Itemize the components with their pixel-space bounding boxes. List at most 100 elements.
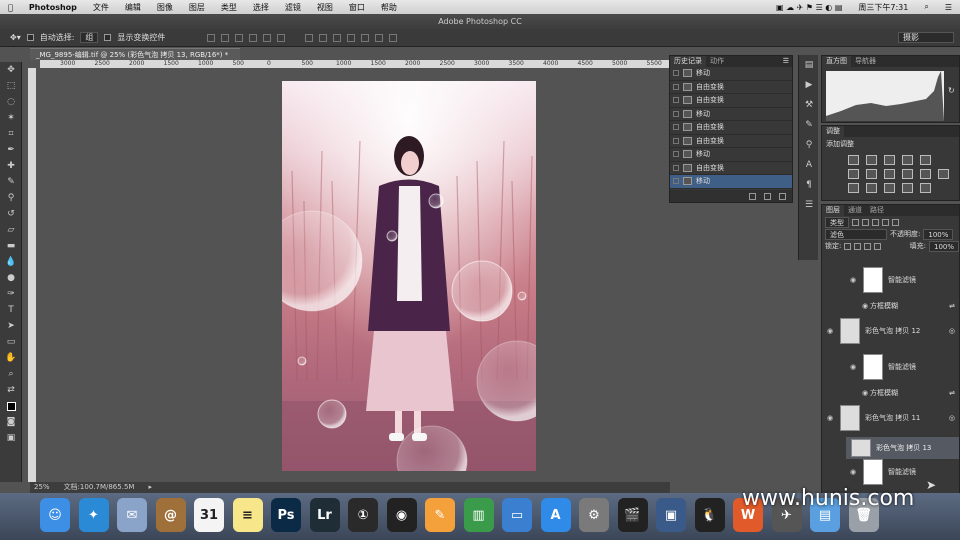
visibility-eye-icon[interactable]: ◉ <box>848 363 858 371</box>
eyedropper-tool-icon[interactable]: ✒ <box>0 142 22 158</box>
fill-input[interactable]: 100% <box>928 240 959 252</box>
aperture-dock-icon[interactable]: ◉ <box>386 498 417 532</box>
photo-filter-icon[interactable] <box>902 169 913 179</box>
channel-mixer-icon[interactable] <box>920 169 931 179</box>
shape-tool-icon[interactable]: ▭ <box>0 334 22 350</box>
crop-tool-icon[interactable]: ⌗ <box>0 126 22 142</box>
distribute-middle-icon[interactable] <box>319 33 328 42</box>
distribute-right-icon[interactable] <box>375 33 384 42</box>
lock-position-icon[interactable] <box>864 242 872 250</box>
lock-transparent-icon[interactable] <box>844 242 852 250</box>
invert-icon[interactable] <box>848 183 859 193</box>
lasso-tool-icon[interactable]: ◌ <box>0 94 22 110</box>
exposure-icon[interactable] <box>902 155 913 165</box>
keynote-dock-icon[interactable]: ▭ <box>502 498 532 532</box>
pen-tool-icon[interactable]: ✑ <box>0 286 22 302</box>
layer-row[interactable]: ◉ 彩色气泡 拷贝 12 ◎ <box>822 314 959 348</box>
app-store-dock-icon[interactable]: A <box>540 498 571 532</box>
mail-dock-icon[interactable]: ✉ <box>117 498 147 532</box>
brightness-contrast-icon[interactable] <box>848 155 859 165</box>
screen-mode-icon[interactable]: ▣ <box>0 430 22 446</box>
visibility-eye-icon[interactable]: ◉ <box>860 389 870 397</box>
history-state[interactable]: 自由变换 <box>670 135 792 148</box>
menu-layer[interactable]: 图层 <box>181 2 213 13</box>
type-tool-icon[interactable]: T <box>0 302 22 318</box>
history-source-checkbox[interactable] <box>673 164 679 171</box>
history-state[interactable]: 自由变换 <box>670 121 792 135</box>
tab-navigator[interactable]: 导航器 <box>851 56 880 67</box>
notes-dock-icon[interactable]: ≡ <box>232 498 263 532</box>
align-right-icon[interactable] <box>277 33 286 42</box>
clone-source-icon[interactable]: ⚲ <box>799 135 819 155</box>
visibility-eye-icon[interactable]: ◉ <box>848 468 858 476</box>
clock[interactable]: 周三下午7:31 <box>850 2 916 13</box>
menu-file[interactable]: 文件 <box>85 2 117 13</box>
vertical-ruler[interactable] <box>28 68 36 482</box>
iphoto-dock-icon[interactable]: ▣ <box>656 498 686 532</box>
posterize-icon[interactable] <box>866 183 877 193</box>
blur-tool-icon[interactable]: 💧 <box>0 254 22 270</box>
brush-tool-icon[interactable]: ✎ <box>0 174 22 190</box>
history-brush-tool-icon[interactable]: ↺ <box>0 206 22 222</box>
tool-presets-icon[interactable]: ⚒ <box>799 95 819 115</box>
healing-tool-icon[interactable]: ✚ <box>0 158 22 174</box>
apple-menu-icon[interactable]:  <box>0 3 21 12</box>
layer-filter-dropdown[interactable]: 类型 <box>825 216 849 228</box>
menu-window[interactable]: 窗口 <box>341 2 373 13</box>
visibility-eye-icon[interactable]: ◉ <box>825 414 835 422</box>
swap-colors-icon[interactable]: ⇄ <box>0 382 22 398</box>
smart-object-icon[interactable]: ◎ <box>949 327 955 335</box>
move-tool-icon[interactable]: ✥▾ <box>10 33 21 42</box>
history-source-checkbox[interactable] <box>673 178 679 185</box>
hand-tool-icon[interactable]: ✋ <box>0 350 22 366</box>
menu-filter[interactable]: 滤镜 <box>277 2 309 13</box>
horizontal-ruler[interactable]: 3000 2500 2000 1500 1000 500 0 500 1000 1500 2000 2… <box>40 60 670 68</box>
auto-select-dropdown[interactable]: 组 <box>80 32 99 43</box>
tab-layers[interactable]: 图层 <box>822 205 844 216</box>
zoom-tool-icon[interactable]: ⌕ <box>0 366 22 382</box>
qq-dock-icon[interactable]: 🐧 <box>694 498 725 532</box>
layer-row[interactable]: ◉ 彩色气泡 拷贝 11 ◎ <box>822 401 959 435</box>
history-state[interactable]: 自由变换 <box>670 94 792 108</box>
history-state[interactable]: 移动 <box>670 148 792 162</box>
threshold-icon[interactable] <box>884 183 895 193</box>
history-source-checkbox[interactable] <box>673 151 679 158</box>
tab-adjustments[interactable]: 调整 <box>822 126 844 137</box>
color-lookup-icon[interactable] <box>938 169 949 179</box>
menu-edit[interactable]: 编辑 <box>117 2 149 13</box>
properties-panel-icon[interactable]: ☰ <box>799 195 819 215</box>
gradient-map-icon[interactable] <box>902 183 913 193</box>
paragraph-panel-icon[interactable]: ¶ <box>799 175 819 195</box>
dodge-tool-icon[interactable]: ● <box>0 270 22 286</box>
workspace-dropdown[interactable]: 摄影 <box>898 32 954 43</box>
lock-image-icon[interactable] <box>854 242 862 250</box>
visibility-eye-icon[interactable]: ◉ <box>848 276 858 284</box>
smart-object-icon[interactable]: ◎ <box>949 414 955 422</box>
opacity-input[interactable]: 100% <box>923 228 954 240</box>
histogram-refresh-icon[interactable]: ↻ <box>948 86 955 95</box>
distribute-bottom-icon[interactable] <box>333 33 342 42</box>
panel-menu-icon[interactable]: ☰ <box>783 56 792 67</box>
brush-panel-icon[interactable]: ✎ <box>799 115 819 135</box>
auto-align-icon[interactable] <box>389 33 398 42</box>
tab-channels[interactable]: 通道 <box>844 205 866 216</box>
history-state[interactable]: 自由变换 <box>670 81 792 94</box>
filter-pixel-icon[interactable] <box>852 218 859 226</box>
visibility-eye-icon[interactable]: ◉ <box>860 302 870 310</box>
show-transform-checkbox[interactable] <box>104 34 112 41</box>
final-cut-dock-icon[interactable]: 🎬 <box>617 498 648 532</box>
zoom-level[interactable]: 25% <box>34 482 50 493</box>
selective-color-icon[interactable] <box>920 183 931 193</box>
visibility-eye-icon[interactable]: ◉ <box>825 327 835 335</box>
new-document-from-state-icon[interactable] <box>749 192 756 200</box>
system-preferences-dock-icon[interactable]: ⚙ <box>579 498 609 532</box>
new-snapshot-icon[interactable] <box>764 192 771 200</box>
tab-paths[interactable]: 路径 <box>866 205 888 216</box>
layer-row[interactable]: ◉ 智能滤镜 <box>822 455 959 489</box>
history-source-checkbox[interactable] <box>673 110 679 117</box>
history-panel-icon[interactable]: ▤ <box>799 55 819 75</box>
document-image[interactable] <box>282 81 536 471</box>
history-source-checkbox[interactable] <box>673 83 679 90</box>
history-source-checkbox[interactable] <box>673 124 679 131</box>
gradient-tool-icon[interactable]: ▬ <box>0 238 22 254</box>
